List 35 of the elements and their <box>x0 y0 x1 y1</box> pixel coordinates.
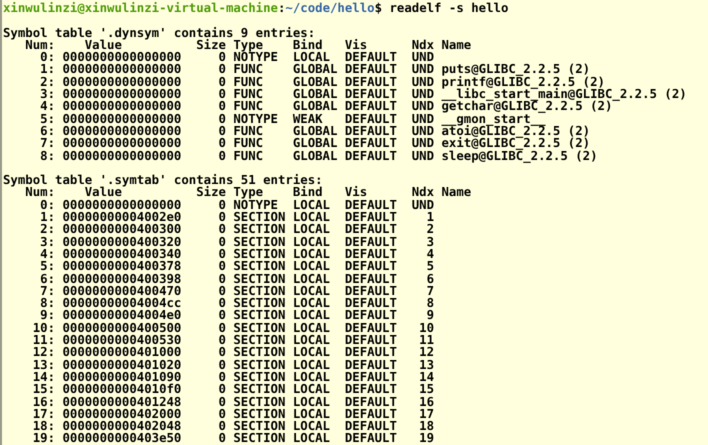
symbol-row-line: 0: 0000000000000000 0 NOTYPE LOCAL DEFAULT UND <box>39 50 434 64</box>
symbol-row-line: 5: 0000000000400378 0 SECTION LOCAL DEFAULT 5 <box>39 259 434 274</box>
symbol-row-line: 14: 0000000000401090 0 SECTION LOCAL DEFAULT 14 <box>32 370 434 384</box>
symbol-row-line: 11: 0000000000400530 0 SECTION LOCAL DEFAULT 11 <box>32 333 434 348</box>
symbol-row-line: 19: 0000000000403e50 0 SECTION LOCAL DEFAULT 19 <box>32 431 434 445</box>
symbol-row-line: 8: 00000000004004cc 0 SECTION LOCAL DEFAULT 8 <box>39 296 434 310</box>
symbol-row-line: 9: 00000000004004e0 0 SECTION LOCAL DEFAULT 9 <box>39 308 434 322</box>
symbol-row-line: 5: 0000000000000000 0 NOTYPE WEAK DEFAULT UND __gmon_start__ <box>39 112 546 126</box>
symbol-row-line: 2: 0000000000400300 0 SECTION LOCAL DEFAULT 2 <box>39 222 434 236</box>
prompt-user-host: xinwulinzi@xinwulinzi-virtual-machine <box>3 1 278 15</box>
symbol-row-line: 3: 0000000000400320 0 SECTION LOCAL DEFAULT 3 <box>39 234 434 249</box>
symbol-row-line: 8: 0000000000000000 0 FUNC GLOBAL DEFAULT UND sleep@GLIBC_2.2.5 (2) <box>39 148 598 163</box>
table-title: Symbol table '.dynsym' contains 9 entries: <box>3 26 316 40</box>
symbol-row-line: 13: 0000000000401020 0 SECTION LOCAL DEFAULT 13 <box>32 358 434 372</box>
symbol-row-line: 4: 0000000000400340 0 SECTION LOCAL DEFAULT 4 <box>39 246 434 261</box>
symbol-row-line: 2: 0000000000000000 0 FUNC GLOBAL DEFAULT UND printf@GLIBC_2.2.5 (2) <box>39 74 605 89</box>
symbol-row-line: 17: 0000000000402000 0 SECTION LOCAL DEFAULT 17 <box>32 406 434 421</box>
table-title: Symbol table '.symtab' contains 51 entries: <box>3 173 323 188</box>
symbol-row-line: 16: 0000000000401248 0 SECTION LOCAL DEFAULT 16 <box>32 394 434 408</box>
symbol-row-line: 7: 0000000000400470 0 SECTION LOCAL DEFAULT 7 <box>39 284 434 298</box>
symbol-row-line: 15: 00000000004010f0 0 SECTION LOCAL DEFAULT 15 <box>32 382 434 396</box>
symbol-row-line: 0: 0000000000000000 0 NOTYPE LOCAL DEFAULT UND <box>39 198 434 212</box>
symbol-row-line: 12: 0000000000401000 0 SECTION LOCAL DEFAULT 12 <box>32 345 434 360</box>
symbol-row-line: 6: 0000000000400398 0 SECTION LOCAL DEFAULT 6 <box>39 272 434 286</box>
column-header-line: Num: Value Size Type Bind Vis Ndx Name <box>25 185 472 200</box>
symbol-row-line: 7: 0000000000000000 0 FUNC GLOBAL DEFAULT UND exit@GLIBC_2.2.5 (2) <box>39 136 590 150</box>
symbol-row-line: 1: 0000000000000000 0 FUNC GLOBAL DEFAULT UND puts@GLIBC_2.2.5 (2) <box>39 62 590 76</box>
prompt-symbol: $ <box>374 1 382 15</box>
symbol-row-line: 18: 0000000000402048 0 SECTION LOCAL DEFAULT 18 <box>32 419 434 434</box>
prompt-path: ~/code/hello <box>285 1 375 15</box>
symbol-row-line: 10: 0000000000400500 0 SECTION LOCAL DEFAULT 10 <box>32 320 434 335</box>
symbol-row-line: 3: 0000000000000000 0 FUNC GLOBAL DEFAULT UND __libc_start_main@GLIBC_2.2.5 (2) <box>39 87 687 102</box>
prompt-separator: : <box>278 1 286 15</box>
symbol-row-line: 1: 00000000004002e0 0 SECTION LOCAL DEFAULT 1 <box>39 210 434 224</box>
command-text: readelf -s hello <box>389 1 508 15</box>
